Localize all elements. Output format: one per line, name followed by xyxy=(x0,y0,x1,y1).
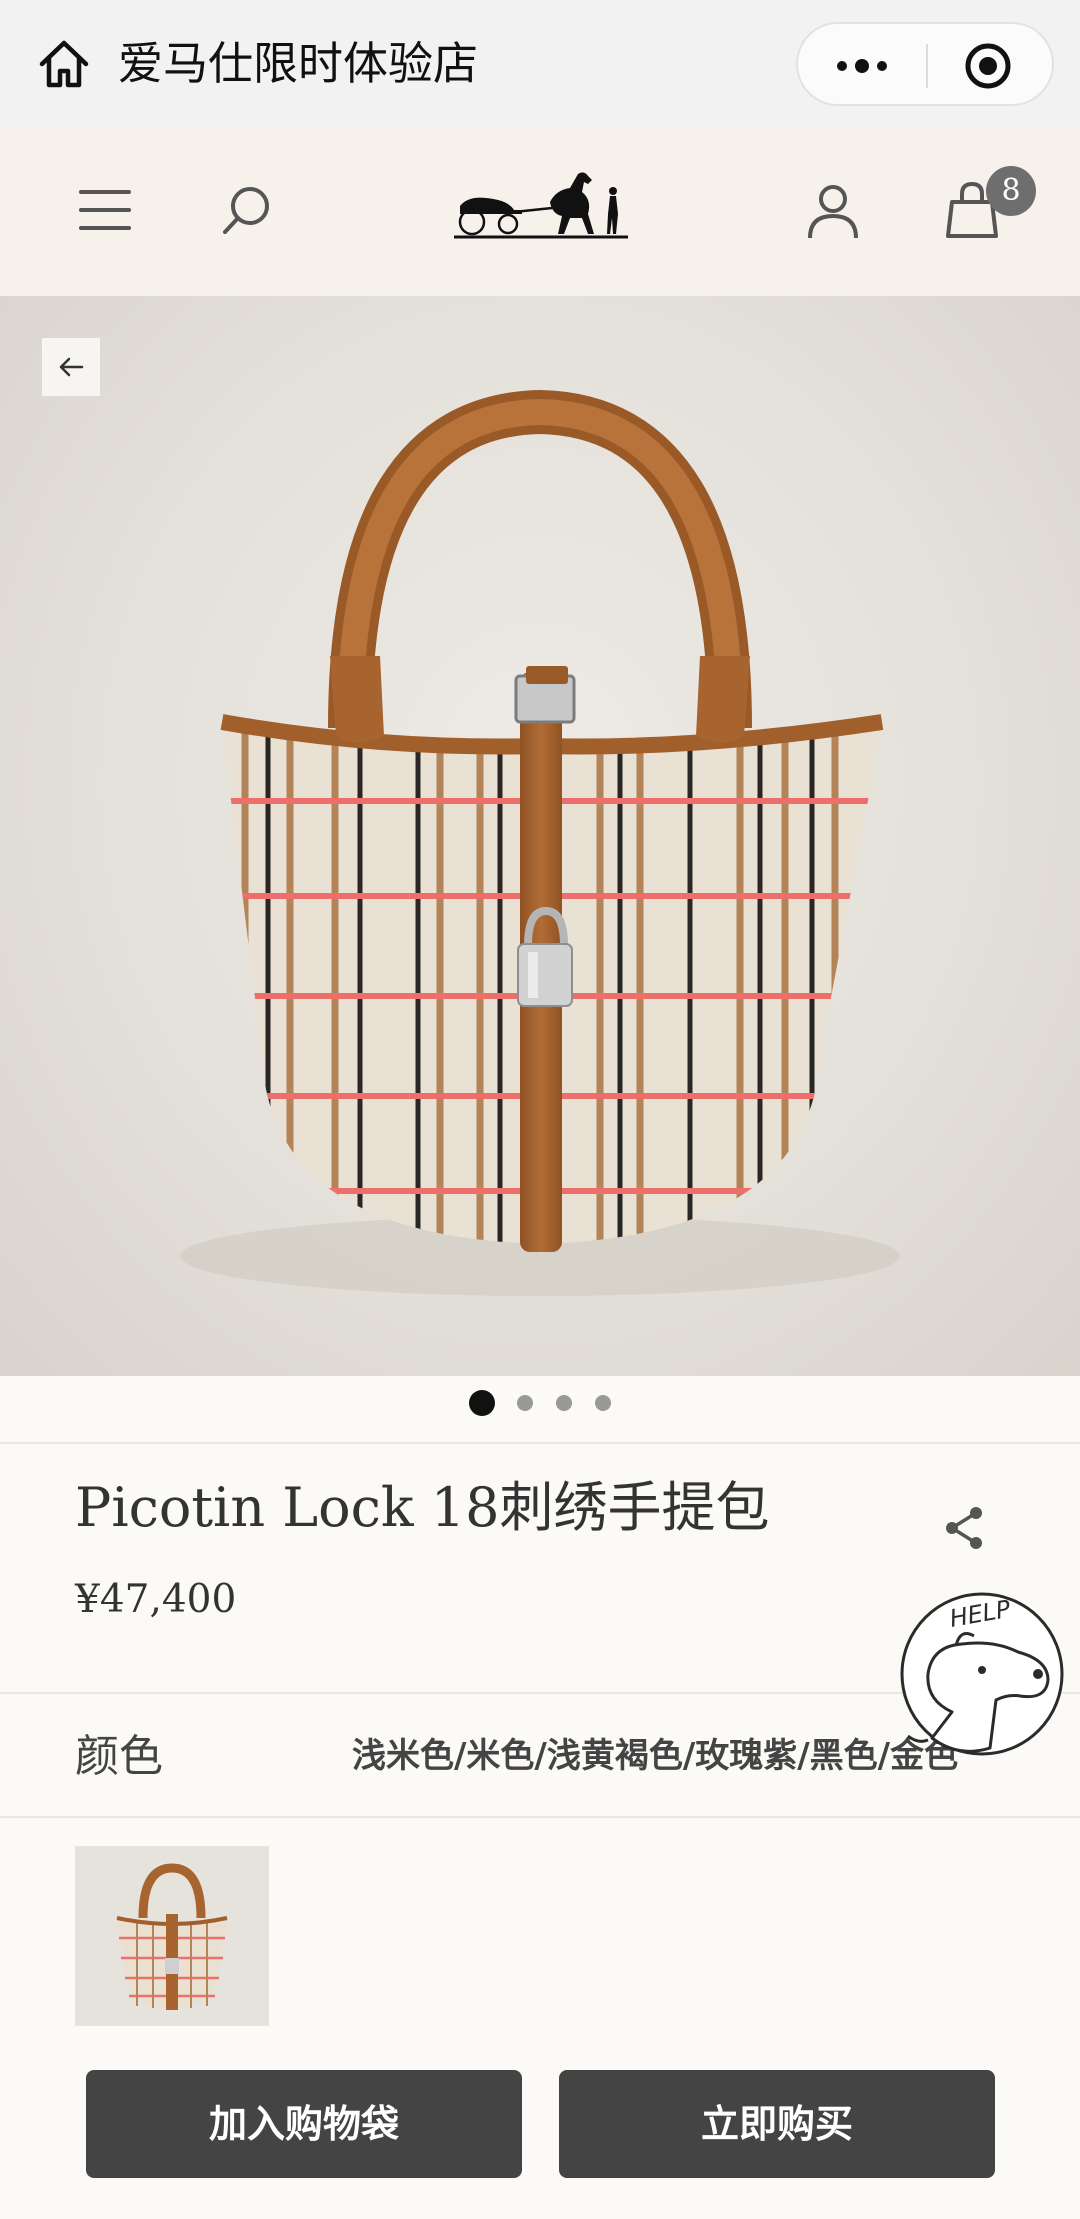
product-image[interactable] xyxy=(0,296,1080,1376)
add-to-bag-button[interactable]: 加入购物袋 xyxy=(86,2070,522,2178)
buy-now-button[interactable]: 立即购买 xyxy=(559,2070,995,2178)
cart-count-badge: 8 xyxy=(986,166,1036,216)
product-price: ¥47,400 xyxy=(75,1577,237,1622)
pager-dot[interactable] xyxy=(556,1395,572,1411)
help-button[interactable]: HELP xyxy=(898,1588,1066,1762)
divider xyxy=(0,1442,1080,1444)
site-header xyxy=(0,126,1080,296)
variant-thumbnail[interactable] xyxy=(75,1846,269,2026)
divider xyxy=(0,1816,1080,1818)
hermes-logo[interactable] xyxy=(452,166,630,246)
bag-thumbnail-image xyxy=(75,1846,269,2026)
account-icon[interactable] xyxy=(806,182,860,244)
search-icon[interactable] xyxy=(220,184,274,242)
mini-program-bar: 爱马仕限时体验店 xyxy=(0,0,1080,127)
share-icon[interactable] xyxy=(942,1504,986,1552)
capsule-menu xyxy=(796,22,1054,106)
pager-dot-active[interactable] xyxy=(469,1390,495,1416)
product-title: Picotin Lock 18刺绣手提包 xyxy=(75,1476,770,1539)
picotin-lock-bag-photo xyxy=(180,389,900,1296)
back-button[interactable] xyxy=(42,338,100,396)
capsule-divider xyxy=(926,44,928,88)
arrow-left-icon xyxy=(59,357,84,377)
home-icon[interactable] xyxy=(34,34,94,94)
pager-dot[interactable] xyxy=(595,1395,611,1411)
color-label: 颜色 xyxy=(75,1731,163,1782)
image-pager xyxy=(0,1376,1080,1442)
help-dog-icon: HELP xyxy=(900,1592,1064,1756)
close-target-icon[interactable] xyxy=(964,42,1012,90)
menu-icon[interactable] xyxy=(78,188,132,236)
pager-dot[interactable] xyxy=(517,1395,533,1411)
more-dots-icon[interactable] xyxy=(832,46,892,86)
mini-program-title: 爱马仕限时体验店 xyxy=(118,37,479,90)
